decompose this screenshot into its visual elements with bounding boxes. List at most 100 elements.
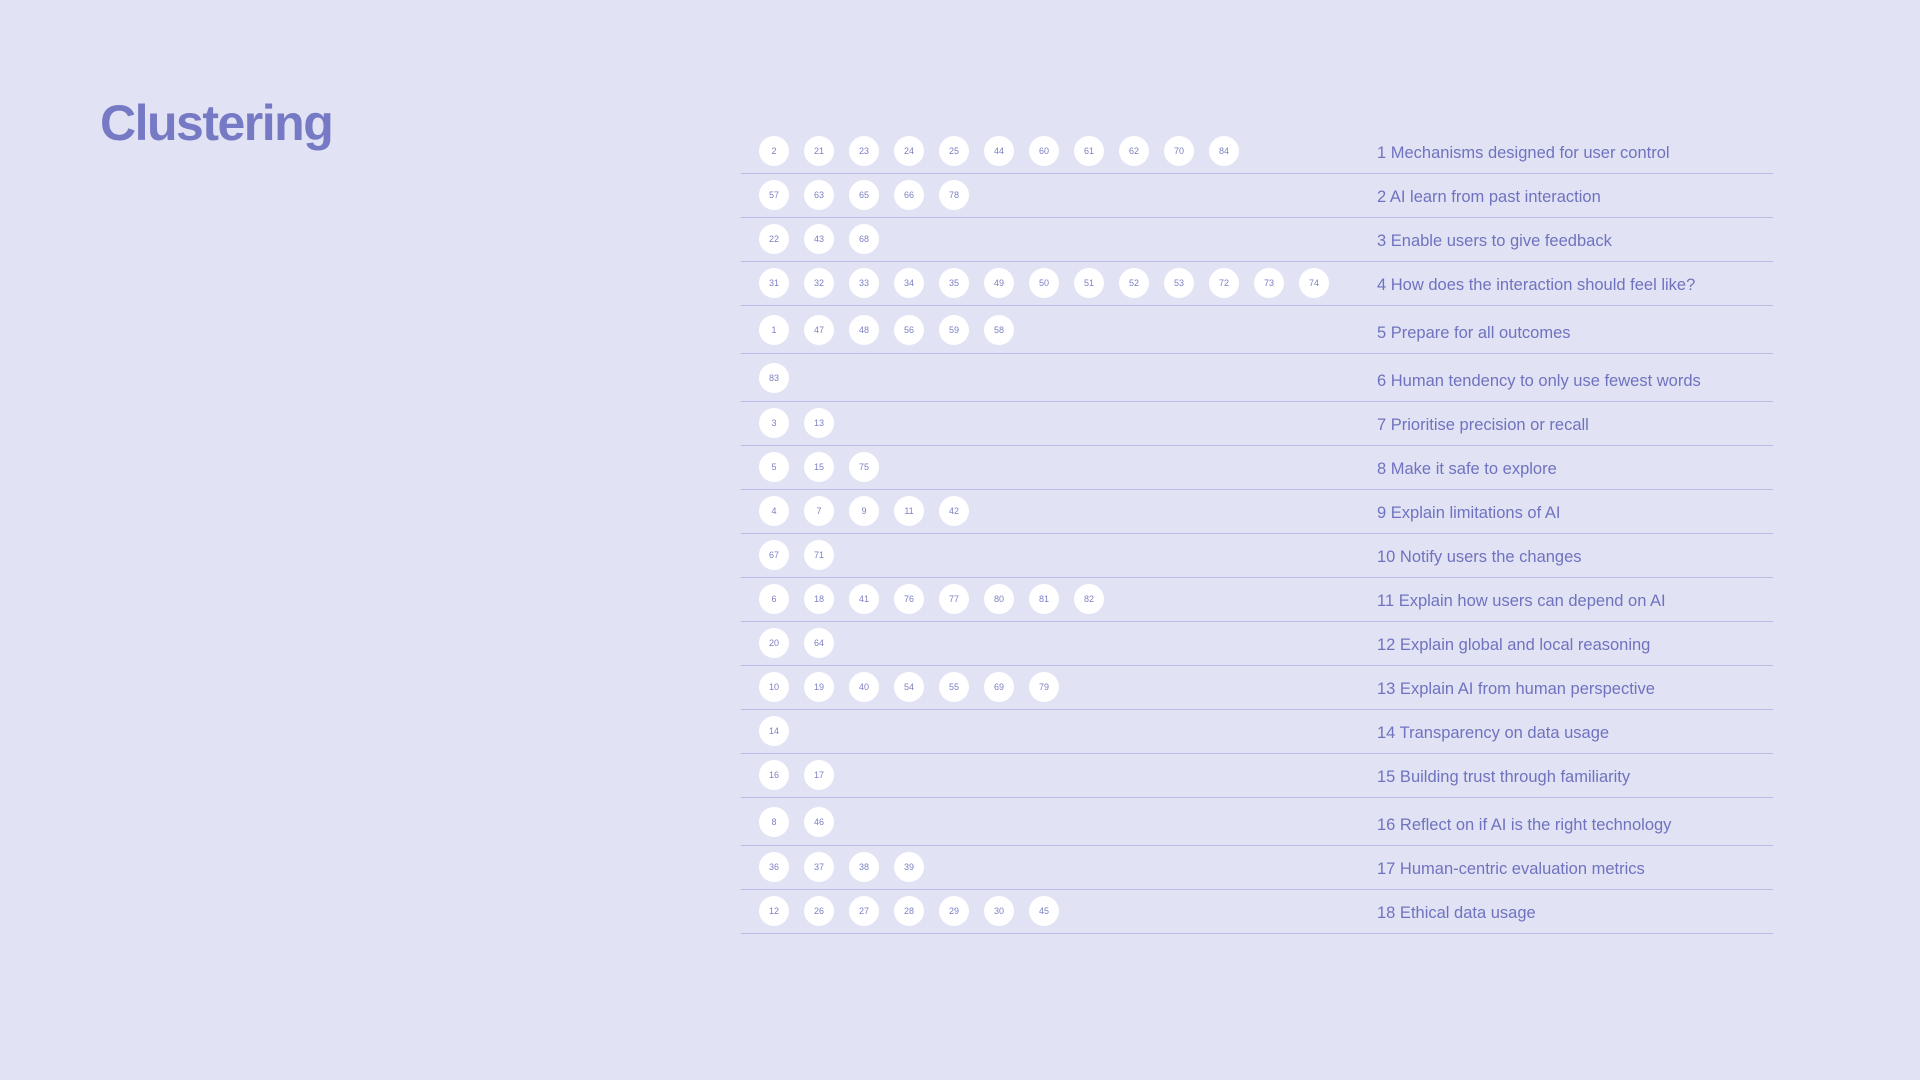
item-chip[interactable]: 15 xyxy=(804,452,834,482)
item-chip[interactable]: 50 xyxy=(1029,268,1059,298)
item-chip[interactable]: 51 xyxy=(1074,268,1104,298)
item-chip[interactable]: 46 xyxy=(804,807,834,837)
item-chip[interactable]: 80 xyxy=(984,584,1014,614)
item-chip[interactable]: 72 xyxy=(1209,268,1239,298)
item-chip[interactable]: 65 xyxy=(849,180,879,210)
item-chip[interactable]: 55 xyxy=(939,672,969,702)
item-chip[interactable]: 42 xyxy=(939,496,969,526)
item-chip[interactable]: 6 xyxy=(759,584,789,614)
item-chip[interactable]: 60 xyxy=(1029,136,1059,166)
item-chip[interactable]: 31 xyxy=(759,268,789,298)
item-chip[interactable]: 82 xyxy=(1074,584,1104,614)
item-chip[interactable]: 75 xyxy=(849,452,879,482)
item-chip[interactable]: 7 xyxy=(804,496,834,526)
item-chip[interactable]: 12 xyxy=(759,896,789,926)
item-chip[interactable]: 2 xyxy=(759,136,789,166)
item-chip[interactable]: 4 xyxy=(759,496,789,526)
cluster-label: 9 Explain limitations of AI xyxy=(1377,504,1561,522)
item-chip[interactable]: 64 xyxy=(804,628,834,658)
item-chip[interactable]: 56 xyxy=(894,315,924,345)
item-chip[interactable]: 77 xyxy=(939,584,969,614)
item-chip[interactable]: 84 xyxy=(1209,136,1239,166)
item-chip[interactable]: 63 xyxy=(804,180,834,210)
item-chip[interactable]: 53 xyxy=(1164,268,1194,298)
item-chip[interactable]: 40 xyxy=(849,672,879,702)
item-chip[interactable]: 19 xyxy=(804,672,834,702)
item-chip[interactable]: 14 xyxy=(759,716,789,746)
item-chip[interactable]: 22 xyxy=(759,224,789,254)
item-chip[interactable]: 23 xyxy=(849,136,879,166)
item-chip[interactable]: 38 xyxy=(849,852,879,882)
item-chip[interactable]: 18 xyxy=(804,584,834,614)
item-chip[interactable]: 71 xyxy=(804,540,834,570)
item-chip[interactable]: 36 xyxy=(759,852,789,882)
item-chip[interactable]: 79 xyxy=(1029,672,1059,702)
item-chip[interactable]: 70 xyxy=(1164,136,1194,166)
item-chip[interactable]: 52 xyxy=(1119,268,1149,298)
cluster-row: 10 19 40 54 55 69 79 13 Explain AI from human p… xyxy=(741,666,1773,710)
item-chip[interactable]: 30 xyxy=(984,896,1014,926)
cluster-row: 20 64 12 Explain global and local reasonin… xyxy=(741,622,1773,666)
cluster-label: 17 Human-centric evaluation metrics xyxy=(1377,860,1645,878)
item-chip[interactable]: 39 xyxy=(894,852,924,882)
item-chip[interactable]: 27 xyxy=(849,896,879,926)
item-chip[interactable]: 54 xyxy=(894,672,924,702)
item-chip[interactable]: 8 xyxy=(759,807,789,837)
item-chip[interactable]: 9 xyxy=(849,496,879,526)
item-chip[interactable]: 76 xyxy=(894,584,924,614)
item-chip[interactable]: 13 xyxy=(804,408,834,438)
item-chip[interactable]: 78 xyxy=(939,180,969,210)
item-chip[interactable]: 16 xyxy=(759,760,789,790)
cluster-row: 4 7 9 11 42 9 Explain limitations of AI xyxy=(741,490,1773,534)
item-chip[interactable]: 26 xyxy=(804,896,834,926)
item-chip[interactable]: 28 xyxy=(894,896,924,926)
item-chip[interactable]: 35 xyxy=(939,268,969,298)
item-chip[interactable]: 1 xyxy=(759,315,789,345)
item-chip[interactable]: 10 xyxy=(759,672,789,702)
item-chip[interactable]: 47 xyxy=(804,315,834,345)
item-chip[interactable]: 68 xyxy=(849,224,879,254)
item-chip[interactable]: 21 xyxy=(804,136,834,166)
cluster-row: 6 18 41 76 77 80 81 82 11 Explain how users can … xyxy=(741,578,1773,622)
cluster-items: 67 71 xyxy=(759,540,834,570)
item-chip[interactable]: 49 xyxy=(984,268,1014,298)
item-chip[interactable]: 66 xyxy=(894,180,924,210)
item-chip[interactable]: 59 xyxy=(939,315,969,345)
item-chip[interactable]: 44 xyxy=(984,136,1014,166)
cluster-label: 7 Prioritise precision or recall xyxy=(1377,416,1589,434)
cluster-row: 36 37 38 39 17 Human-centric evaluation metr… xyxy=(741,846,1773,890)
cluster-items: 3 13 xyxy=(759,408,834,438)
item-chip[interactable]: 73 xyxy=(1254,268,1284,298)
item-chip[interactable]: 69 xyxy=(984,672,1014,702)
cluster-label: 13 Explain AI from human perspective xyxy=(1377,680,1655,698)
item-chip[interactable]: 48 xyxy=(849,315,879,345)
item-chip[interactable]: 29 xyxy=(939,896,969,926)
item-chip[interactable]: 37 xyxy=(804,852,834,882)
item-chip[interactable]: 67 xyxy=(759,540,789,570)
item-chip[interactable]: 3 xyxy=(759,408,789,438)
item-chip[interactable]: 45 xyxy=(1029,896,1059,926)
cluster-row: 14 14 Transparency on data usage xyxy=(741,710,1773,754)
item-chip[interactable]: 62 xyxy=(1119,136,1149,166)
item-chip[interactable]: 5 xyxy=(759,452,789,482)
item-chip[interactable]: 43 xyxy=(804,224,834,254)
item-chip[interactable]: 57 xyxy=(759,180,789,210)
item-chip[interactable]: 20 xyxy=(759,628,789,658)
cluster-items: 10 19 40 54 55 69 79 xyxy=(759,672,1059,702)
item-chip[interactable]: 61 xyxy=(1074,136,1104,166)
item-chip[interactable]: 34 xyxy=(894,268,924,298)
cluster-label: 1 Mechanisms designed for user control xyxy=(1377,144,1670,162)
item-chip[interactable]: 83 xyxy=(759,363,789,393)
item-chip[interactable]: 81 xyxy=(1029,584,1059,614)
item-chip[interactable]: 58 xyxy=(984,315,1014,345)
item-chip[interactable]: 74 xyxy=(1299,268,1329,298)
item-chip[interactable]: 24 xyxy=(894,136,924,166)
item-chip[interactable]: 11 xyxy=(894,496,924,526)
item-chip[interactable]: 25 xyxy=(939,136,969,166)
item-chip[interactable]: 33 xyxy=(849,268,879,298)
item-chip[interactable]: 17 xyxy=(804,760,834,790)
item-chip[interactable]: 41 xyxy=(849,584,879,614)
item-chip[interactable]: 32 xyxy=(804,268,834,298)
cluster-items: 16 17 xyxy=(759,760,834,790)
cluster-items: 57 63 65 66 78 xyxy=(759,180,969,210)
